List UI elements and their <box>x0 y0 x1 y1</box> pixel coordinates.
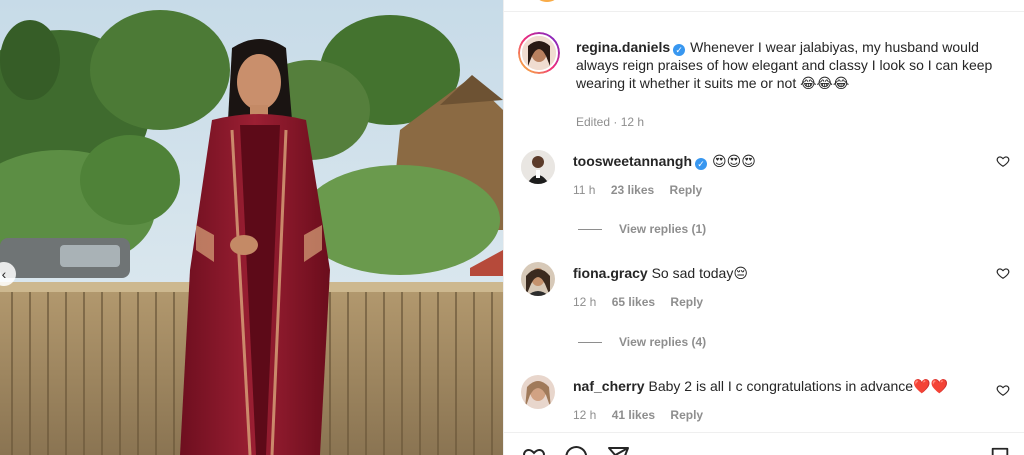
comment-text: Baby 2 is all I c congratulations in adv… <box>648 378 948 394</box>
commenter-username[interactable]: naf_cherry <box>573 378 645 394</box>
view-replies-line <box>578 228 602 230</box>
heart-icon[interactable] <box>996 154 1010 168</box>
view-replies-line <box>578 341 602 343</box>
reply-button[interactable]: Reply <box>670 183 703 197</box>
comment-text-block: fiona.gracy So sad today😔 <box>573 264 1013 282</box>
comment-icon[interactable] <box>564 445 588 455</box>
comment-likes[interactable]: 41 likes <box>612 408 655 422</box>
avatar-story-ring-partial <box>537 0 557 2</box>
view-replies-button[interactable]: View replies (1) <box>578 222 706 236</box>
view-replies-label: View replies (4) <box>619 335 707 349</box>
heart-icon[interactable] <box>996 383 1010 397</box>
commenter-avatar[interactable] <box>521 375 555 409</box>
comment-likes[interactable]: 23 likes <box>611 183 654 197</box>
panel-top-edge <box>504 0 1024 12</box>
comment-item: fiona.gracy So sad today😔 12 h 65 likes … <box>518 262 1018 322</box>
reply-button[interactable]: Reply <box>670 295 703 309</box>
edited-label: Edited <box>576 115 611 129</box>
commenter-avatar-image <box>521 262 555 296</box>
commenter-avatar-image <box>521 150 555 184</box>
comment-meta: 12 h 41 likes Reply <box>573 408 715 422</box>
comment-text: 😍😍😍 <box>712 153 756 169</box>
commenter-avatar[interactable] <box>521 150 555 184</box>
author-username[interactable]: regina.daniels <box>576 39 670 55</box>
caption-text-block: regina.daniels ✓ Whenever I wear jalabiyas… <box>576 38 1016 131</box>
view-replies-label: View replies (1) <box>619 222 707 236</box>
comment-time[interactable]: 12 h <box>573 408 596 422</box>
commenter-username[interactable]: fiona.gracy <box>573 265 648 281</box>
author-avatar-image <box>522 36 556 70</box>
view-replies-button[interactable]: View replies (4) <box>578 335 706 349</box>
commenter-username[interactable]: toosweetannangh <box>573 153 692 169</box>
caption-separator: · <box>613 115 618 129</box>
comment-text-block: toosweetannangh ✓ 😍😍😍 <box>573 152 1013 170</box>
post-image <box>0 0 503 455</box>
comment-time[interactable]: 11 h <box>573 183 595 197</box>
comment-likes[interactable]: 65 likes <box>612 295 655 309</box>
share-icon[interactable] <box>606 445 630 455</box>
comment-item: toosweetannangh ✓ 😍😍😍 11 h 23 likes Reply <box>518 150 1018 210</box>
bookmark-icon[interactable] <box>989 445 1011 455</box>
comment-meta: 11 h 23 likes Reply <box>573 183 714 197</box>
reply-button[interactable]: Reply <box>670 408 703 422</box>
chevron-left-icon: ‹ <box>1 266 7 282</box>
caption-meta: Edited · 12 h <box>576 113 1016 131</box>
comment-text: So sad today😔 <box>651 265 748 281</box>
comment-time[interactable]: 12 h <box>573 295 596 309</box>
commenter-avatar[interactable] <box>521 262 555 296</box>
heart-icon[interactable] <box>521 445 547 455</box>
comment-text-block: naf_cherry Baby 2 is all I c congratulat… <box>573 377 1013 395</box>
heart-icon[interactable] <box>996 266 1010 280</box>
comment-item: naf_cherry Baby 2 is all I c congratulat… <box>518 375 1018 435</box>
verified-badge-icon: ✓ <box>673 44 686 56</box>
commenter-avatar-image <box>521 375 555 409</box>
caption-time[interactable]: 12 h <box>621 115 644 129</box>
post-action-bar <box>504 432 1024 455</box>
post-photo: ‹ <box>0 0 503 455</box>
comments-panel: regina.daniels ✓ Whenever I wear jalabiyas… <box>503 0 1024 455</box>
verified-badge-icon: ✓ <box>695 158 708 170</box>
comment-meta: 12 h 65 likes Reply <box>573 295 715 309</box>
author-avatar[interactable] <box>518 32 560 74</box>
